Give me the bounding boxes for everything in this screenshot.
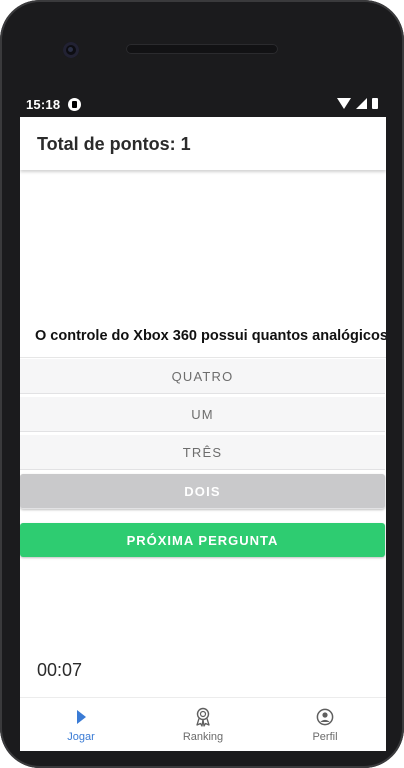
next-question-button[interactable]: PRÓXIMA PERGUNTA [20,523,385,557]
nav-label-ranking: Ranking [182,731,224,743]
cell-signal-icon [356,98,367,109]
earpiece-speaker [126,44,278,54]
play-icon [74,708,88,726]
score-text: Total de pontos: 1 [37,134,191,154]
front-camera [63,42,79,58]
status-bar: 15:18 [20,95,386,117]
status-indicators [337,98,378,109]
nav-tab-ranking[interactable]: Ranking [142,698,264,751]
nav-tab-jogar[interactable]: Jogar [20,698,142,751]
app-header: Total de pontos: 1 [20,117,386,170]
answer-option-tres[interactable]: TRÊS [20,435,385,470]
answer-option-um[interactable]: UM [20,397,385,432]
battery-icon [372,98,378,109]
profile-icon [316,708,334,726]
answer-option-dois[interactable]: DOIS [20,474,385,509]
nav-label-perfil: Perfil [312,731,338,743]
app-screen: Total de pontos: 1 O controle do Xbox 36… [20,117,386,751]
bottom-navigation: Jogar Ranking Perfil [20,697,386,751]
phone-frame: 15:18 Total de pontos: 1 O controle do X… [0,0,404,768]
status-time: 15:18 [26,97,61,112]
award-icon [194,707,212,727]
notification-app-icon [68,98,81,111]
wifi-icon [337,98,351,109]
nav-label-jogar: Jogar [67,731,95,743]
question-text: O controle do Xbox 360 possui quantos an… [35,328,386,344]
countdown-timer: 00:07 [37,660,83,680]
question-divider [20,357,386,358]
phone-bottom-bezel [0,751,404,768]
answer-option-quatro[interactable]: QUATRO [20,359,385,394]
nav-tab-perfil[interactable]: Perfil [264,698,386,751]
